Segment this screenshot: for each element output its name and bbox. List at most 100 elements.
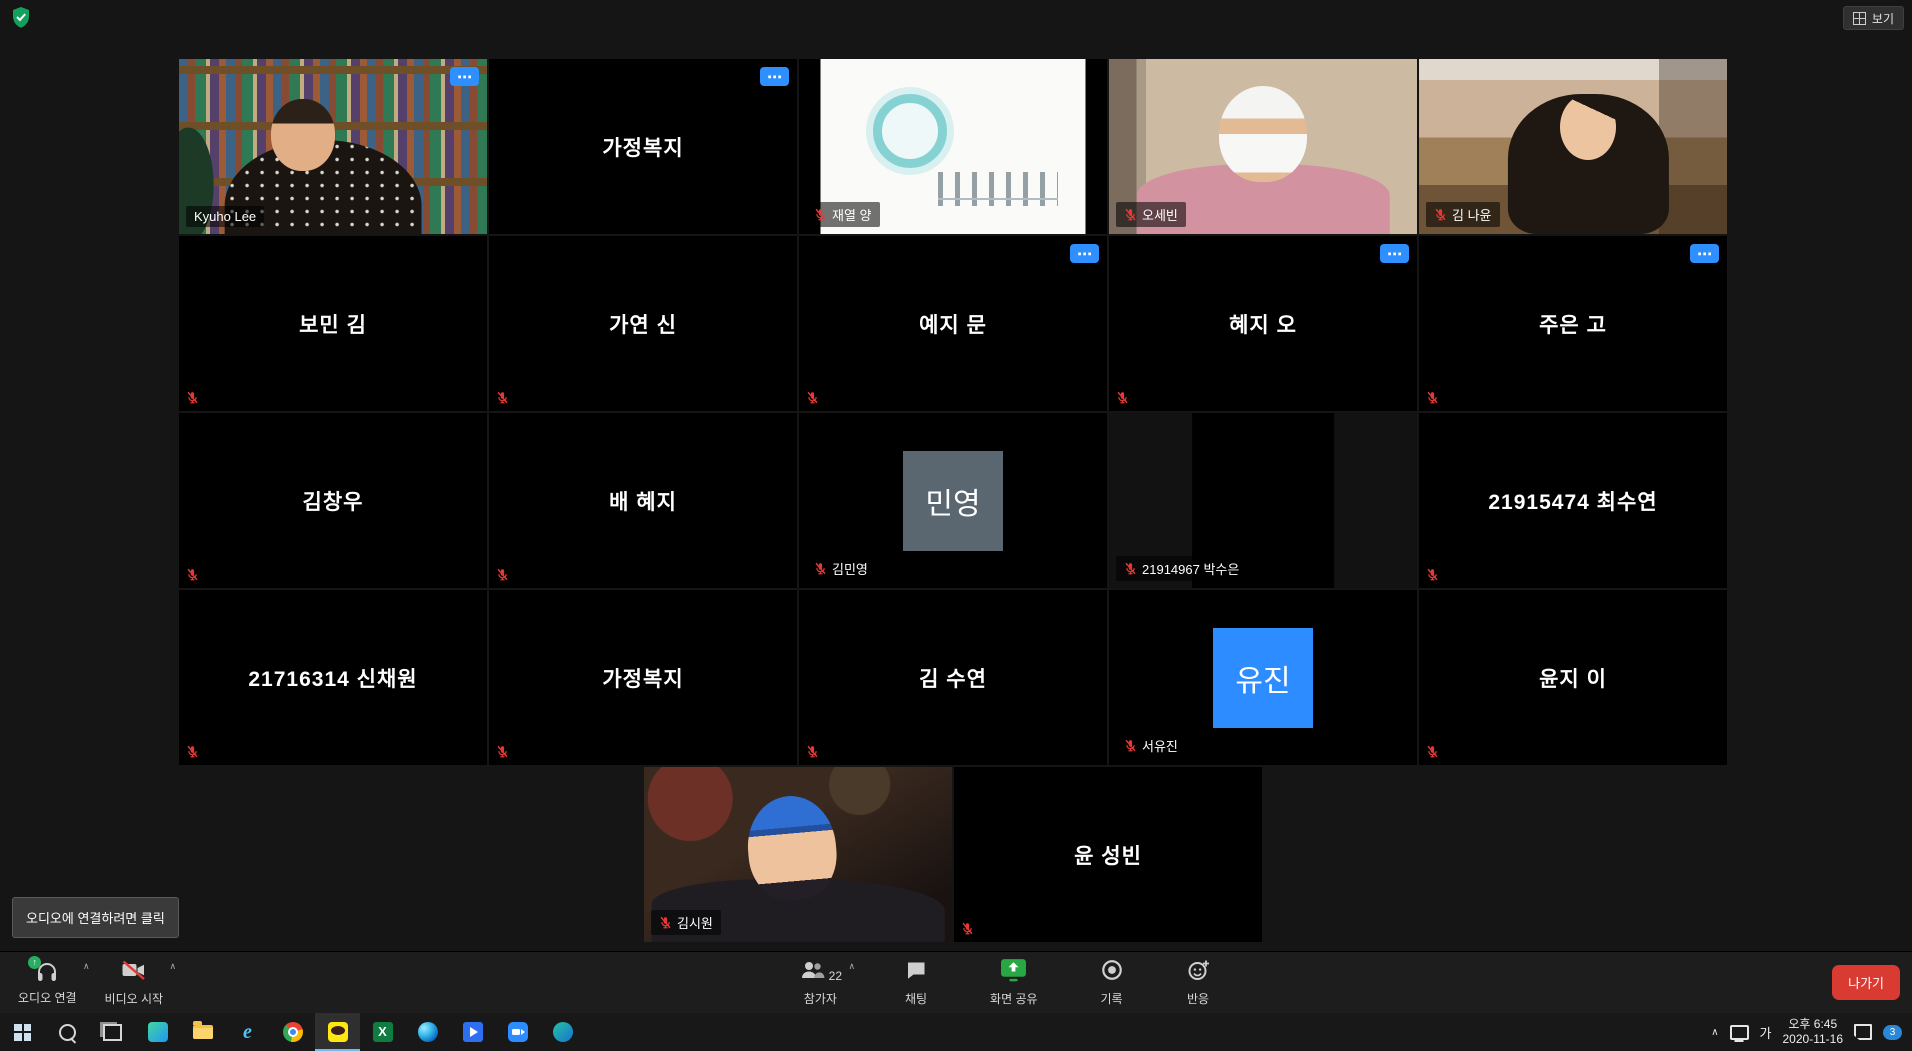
record-button[interactable]: 기록 [1086, 952, 1138, 1013]
muted-mic-icon [806, 391, 819, 404]
tile-options-button[interactable]: ⋯ [1690, 244, 1719, 263]
participant-tile[interactable]: 보민 김 [179, 236, 487, 411]
task-view-icon[interactable] [90, 1013, 135, 1051]
participant-name-center: 21915474 최수연 [1419, 413, 1727, 588]
start-video-button[interactable]: 비디오 시작 ∧ [91, 952, 178, 1013]
search-icon[interactable] [45, 1013, 90, 1051]
chat-button[interactable]: 채팅 [890, 952, 942, 1013]
muted-mic-icon [1124, 562, 1137, 575]
join-audio-chevron-icon[interactable]: ∧ [83, 961, 90, 972]
tile-options-button[interactable]: ⋯ [1380, 244, 1409, 263]
participant-name-text: 서유진 [1142, 736, 1178, 755]
participant-tile[interactable]: Kyuho Lee ⋯ [179, 59, 487, 234]
participant-tile[interactable]: 21914967 박수은 [1109, 413, 1417, 588]
movies-tv-icon[interactable] [450, 1013, 495, 1051]
zoom-meeting-window: 보기 Kyuho Lee⋯가정복지⋯재열 양오세빈김 나윤보민 김가연 신예지 … [0, 0, 1912, 1051]
join-audio-button[interactable]: ↑ 오디오 연결 ∧ [4, 952, 91, 1013]
tile-options-button[interactable]: ⋯ [450, 67, 479, 86]
participant-name-center: 윤 성빈 [954, 767, 1262, 942]
muted-mic-icon [814, 208, 827, 221]
chrome-icon[interactable] [270, 1013, 315, 1051]
excel-icon[interactable]: X [360, 1013, 405, 1051]
participant-tile[interactable]: 재열 양 [799, 59, 1107, 234]
muted-mic-icon [496, 568, 509, 581]
headset-icon: ↑ [34, 960, 60, 984]
participant-tile[interactable]: 21915474 최수연 [1419, 413, 1727, 588]
kakaotalk-icon[interactable] [315, 1013, 360, 1051]
participants-count: 22 [829, 969, 842, 985]
share-screen-button[interactable]: 화면 공유 [976, 952, 1052, 1013]
participant-name-text: 재열 양 [832, 205, 872, 224]
participant-name-label [806, 745, 819, 758]
participant-tile[interactable]: 유진서유진 [1109, 590, 1417, 765]
internet-explorer-icon[interactable]: e [225, 1013, 270, 1051]
muted-mic-icon [1434, 208, 1447, 221]
participant-tile[interactable]: 주은 고⋯ [1419, 236, 1727, 411]
participants-chevron-icon[interactable]: ∧ [848, 961, 855, 972]
view-button-label: 보기 [1872, 10, 1894, 27]
participant-tile[interactable]: 윤 성빈 [954, 767, 1262, 942]
participant-tile[interactable]: 민영김민영 [799, 413, 1107, 588]
participants-button[interactable]: 22 참가자 ∧ [785, 952, 856, 1013]
participant-name-label [1426, 568, 1439, 581]
file-explorer-icon[interactable] [180, 1013, 225, 1051]
participant-name-label [186, 745, 199, 758]
taskbar-date: 2020-11-16 [1783, 1032, 1844, 1047]
participant-tile[interactable]: 혜지 오⋯ [1109, 236, 1417, 411]
gallery-view: Kyuho Lee⋯가정복지⋯재열 양오세빈김 나윤보민 김가연 신예지 문⋯혜… [179, 59, 1727, 942]
tile-options-button[interactable]: ⋯ [760, 67, 789, 86]
reactions-button[interactable]: 반응 [1172, 952, 1225, 1013]
participant-tile[interactable]: 배 혜지 [489, 413, 797, 588]
participant-name-text: 21914967 박수은 [1142, 559, 1239, 578]
whale-icon[interactable] [540, 1013, 585, 1051]
ime-indicator[interactable]: 가 [1760, 1023, 1772, 1042]
action-center-icon[interactable] [1854, 1024, 1872, 1040]
taskbar-apps: eX [0, 1013, 585, 1051]
participant-name-label [806, 391, 819, 404]
edge-icon[interactable] [405, 1013, 450, 1051]
participant-tile[interactable]: 윤지 이 [1419, 590, 1727, 765]
notification-badge: 3 [1883, 1025, 1902, 1040]
muted-mic-icon [1124, 208, 1137, 221]
leave-meeting-button[interactable]: 나가기 [1832, 965, 1900, 1000]
participant-tile[interactable]: 가정복지 [489, 590, 797, 765]
participant-name-text: 김시원 [677, 913, 713, 932]
zoom-toolbar: ↑ 오디오 연결 ∧ 비디오 시작 ∧ 22 [0, 951, 1912, 1013]
participant-name-label [1116, 391, 1129, 404]
tray-chevron-up-icon[interactable]: ∧ [1711, 1027, 1718, 1038]
participant-name-text: Kyuho Lee [194, 209, 256, 224]
zoom-icon[interactable] [495, 1013, 540, 1051]
participant-name-label [961, 922, 974, 935]
participant-tile[interactable]: 오세빈 [1109, 59, 1417, 234]
participant-tile[interactable]: 21716314 신채원 [179, 590, 487, 765]
participant-name-label: 서유진 [1116, 733, 1186, 758]
participant-tile[interactable]: 김 수연 [799, 590, 1107, 765]
participant-tile[interactable]: 가정복지⋯ [489, 59, 797, 234]
participant-name-label [496, 568, 509, 581]
tile-options-button[interactable]: ⋯ [1070, 244, 1099, 263]
security-shield-icon[interactable] [12, 7, 30, 28]
app-teal-icon[interactable] [135, 1013, 180, 1051]
participant-tile[interactable]: 김창우 [179, 413, 487, 588]
participant-name-center: 가정복지 [489, 590, 797, 765]
participant-tile[interactable]: 가연 신 [489, 236, 797, 411]
participant-name-label [496, 745, 509, 758]
network-icon[interactable] [1730, 1025, 1749, 1040]
participant-name-text: 오세빈 [1142, 205, 1178, 224]
system-tray: ∧ 가 오후 6:45 2020-11-16 3 [1711, 1017, 1912, 1047]
participant-name-center: 주은 고 [1419, 236, 1727, 411]
participant-name-center: 윤지 이 [1419, 590, 1727, 765]
participant-name-label: 21914967 박수은 [1116, 556, 1247, 581]
participant-tile[interactable]: 김시원 [644, 767, 952, 942]
participant-tile[interactable]: 예지 문⋯ [799, 236, 1107, 411]
view-button[interactable]: 보기 [1843, 6, 1904, 30]
participant-name-label [496, 391, 509, 404]
participant-name-label: Kyuho Lee [186, 206, 264, 227]
participant-name-center: 예지 문 [799, 236, 1107, 411]
start-icon[interactable] [0, 1013, 45, 1051]
start-video-chevron-icon[interactable]: ∧ [170, 961, 177, 972]
avatar: 민영 [903, 451, 1003, 551]
taskbar-clock[interactable]: 오후 6:45 2020-11-16 [1783, 1017, 1844, 1047]
reactions-label: 반응 [1187, 990, 1209, 1007]
participant-tile[interactable]: 김 나윤 [1419, 59, 1727, 234]
